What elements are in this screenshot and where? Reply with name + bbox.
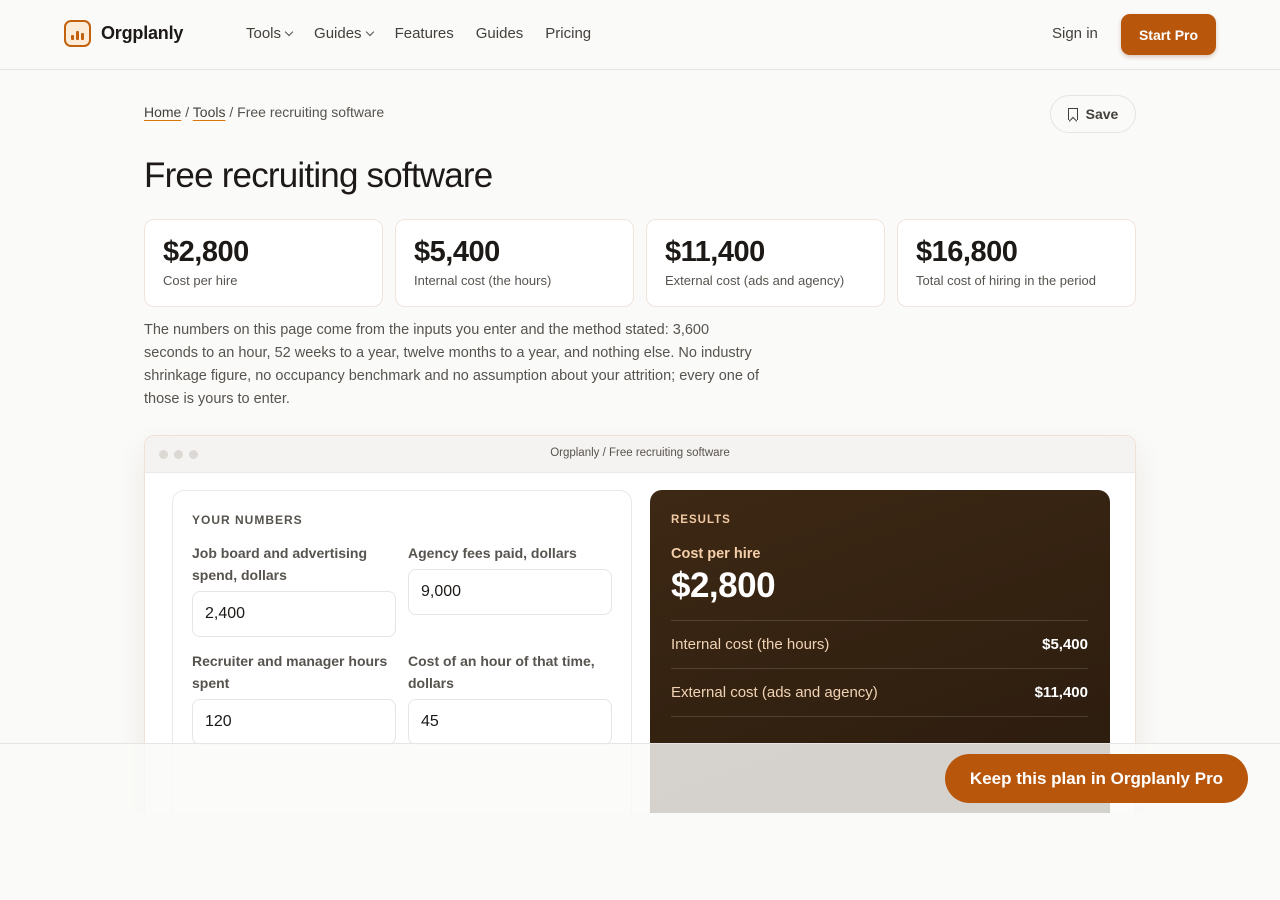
keep-plan-pro-button[interactable]: Keep this plan in Orgplanly Pro (945, 754, 1248, 803)
nav-tools-dropdown[interactable]: Tools (246, 25, 294, 42)
field-label: Agency fees paid, dollars (408, 545, 577, 561)
result-value: $11,400 (1034, 684, 1088, 701)
inputs-heading: YOUR NUMBERS (192, 513, 303, 527)
hour-cost-input[interactable] (408, 699, 612, 745)
field-job-board-spend: Job board and advertising spend, dollars (192, 542, 396, 637)
method-intro-text: The numbers on this page come from the i… (144, 322, 760, 407)
stat-value: $16,800 (916, 236, 1018, 268)
window-title-bar: Orgplanly / Free recruiting software (145, 436, 1135, 473)
breadcrumb: Home / Tools / Free recruiting software (144, 104, 384, 120)
stat-label: Cost per hire (163, 273, 238, 288)
result-value: $5,400 (1042, 636, 1088, 653)
breadcrumb-current: Free recruiting software (237, 104, 385, 120)
stat-card: $5,400 Internal cost (the hours) (395, 219, 634, 307)
nav-label: Pricing (545, 25, 592, 42)
recruiter-hours-input[interactable] (192, 699, 396, 745)
cost-per-hire-label: Cost per hire (671, 546, 761, 562)
nav-pricing[interactable]: Pricing (545, 25, 591, 42)
sticky-cta-bar: Keep this plan in Orgplanly Pro (0, 743, 1280, 813)
stat-value: $2,800 (163, 236, 249, 268)
sign-in-link[interactable]: Sign in (1052, 25, 1098, 42)
field-label: Job board and advertising spend, dollars (192, 545, 368, 583)
window-title: Orgplanly / Free recruiting software (550, 447, 730, 459)
result-label: External cost (ads and agency) (671, 684, 878, 701)
result-row: External cost (ads and agency) $11,400 (671, 668, 1088, 716)
chevron-down-icon (365, 27, 374, 36)
nav-label: Tools (246, 25, 282, 42)
breadcrumb-separator: / (229, 104, 234, 120)
job-board-spend-input[interactable] (192, 591, 396, 637)
nav-guides[interactable]: Guides (476, 25, 524, 42)
start-pro-button[interactable]: Start Pro (1121, 14, 1216, 55)
field-agency-fees: Agency fees paid, dollars (408, 542, 612, 615)
chevron-down-icon (284, 27, 294, 36)
nav-features[interactable]: Features (395, 25, 454, 42)
save-button[interactable]: Save (1050, 95, 1136, 133)
bar-chart-logo-icon (64, 20, 91, 47)
stat-value: $11,400 (665, 236, 765, 268)
brand-name: Orgplanly (101, 23, 184, 43)
breadcrumb-home-link[interactable]: Home (144, 104, 181, 120)
nav-label: Guides (475, 25, 524, 42)
stat-label: External cost (ads and agency) (665, 273, 845, 288)
brand-logo-link[interactable]: Orgplanly (64, 20, 183, 47)
nav-label: Guides (314, 25, 362, 42)
main-nav: Tools Guides Features Guides Pricing (246, 25, 591, 42)
field-label: Recruiter and manager hours spent (192, 653, 388, 691)
breadcrumb-separator: / (185, 104, 190, 120)
page-bottom (0, 813, 1280, 900)
stat-label: Total cost of hiring in the period (916, 273, 1096, 288)
field-label: Cost of an hour of that time, dollars (408, 653, 595, 691)
stat-label: Internal cost (the hours) (414, 273, 552, 288)
page-title: Free recruiting software (144, 156, 493, 195)
stat-cards: $2,800 Cost per hire $5,400 Internal cos… (144, 219, 1136, 307)
stat-card: $2,800 Cost per hire (144, 219, 383, 307)
nav-guides-dropdown[interactable]: Guides (314, 25, 374, 42)
field-hour-cost: Cost of an hour of that time, dollars (408, 650, 612, 745)
stat-card: $16,800 Total cost of hiring in the peri… (897, 219, 1136, 307)
nav-label: Features (394, 25, 454, 42)
save-label: Save (1085, 106, 1119, 122)
breadcrumb-tools-link[interactable]: Tools (193, 104, 226, 120)
field-recruiter-hours: Recruiter and manager hours spent (192, 650, 396, 745)
result-row: Internal cost (the hours) $5,400 (671, 620, 1088, 668)
stat-card: $11,400 External cost (ads and agency) (646, 219, 885, 307)
cost-per-hire-value: $2,800 (671, 566, 776, 605)
results-heading: RESULTS (671, 514, 731, 526)
top-navigation-bar: Orgplanly Tools Guides Features Guides P… (0, 0, 1280, 70)
result-label: Internal cost (the hours) (671, 636, 830, 653)
agency-fees-input[interactable] (408, 569, 612, 615)
bookmark-icon (1067, 108, 1078, 120)
stat-value: $5,400 (414, 236, 500, 268)
